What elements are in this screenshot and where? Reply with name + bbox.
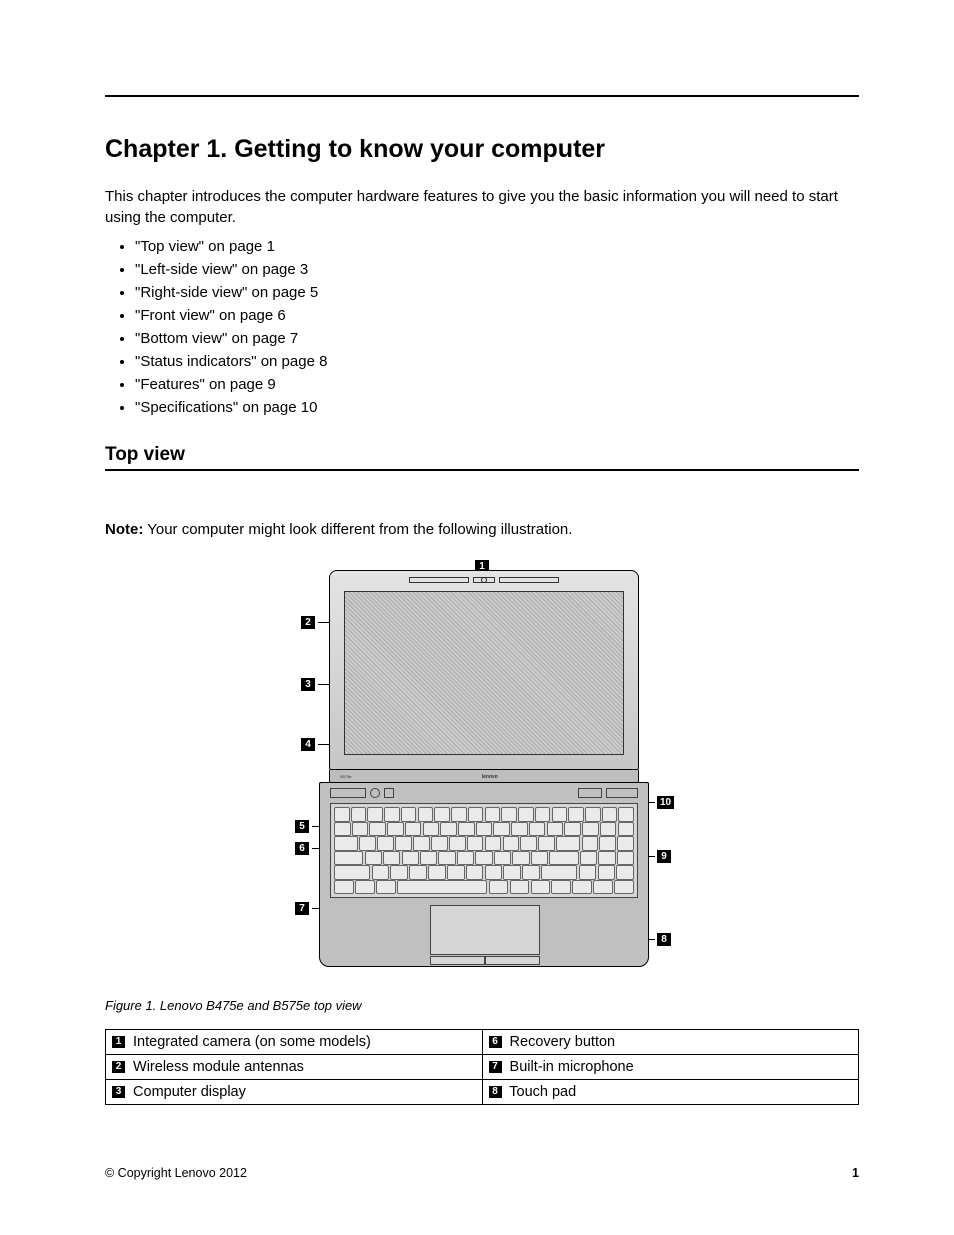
toc-item: "Top view" on page 1 xyxy=(135,238,859,255)
callout-10: 10 xyxy=(657,796,674,809)
part-label: Wireless module antennas xyxy=(129,1059,304,1075)
toc-item: "Specifications" on page 10 xyxy=(135,399,859,416)
table-row: 1 Integrated camera (on some models) 6 R… xyxy=(106,1030,859,1055)
part-num: 3 xyxy=(112,1086,125,1098)
part-label: Recovery button xyxy=(506,1034,616,1050)
toc-item: "Features" on page 9 xyxy=(135,376,859,393)
part-num: 1 xyxy=(112,1036,125,1048)
part-label: Touch pad xyxy=(506,1084,577,1100)
page-footer: © Copyright Lenovo 2012 1 xyxy=(105,1166,859,1180)
top-rule xyxy=(105,95,859,97)
callout-8: 8 xyxy=(657,933,671,946)
toc-item: "Front view" on page 6 xyxy=(135,307,859,324)
touchpad xyxy=(430,905,540,955)
laptop-base xyxy=(319,782,649,967)
callout-2: 2 xyxy=(301,616,315,629)
part-num: 6 xyxy=(489,1036,502,1048)
part-num: 8 xyxy=(489,1086,502,1098)
part-label: Computer display xyxy=(129,1084,246,1100)
copyright: © Copyright Lenovo 2012 xyxy=(105,1166,247,1180)
parts-table: 1 Integrated camera (on some models) 6 R… xyxy=(105,1029,859,1105)
callout-9: 9 xyxy=(657,850,671,863)
note: Note: Your computer might look different… xyxy=(105,521,859,538)
lid-top-strip xyxy=(330,577,638,585)
figure-illustration: 1 2 3 4 5 6 7 10 9 8 B575e lenovo xyxy=(105,560,859,980)
toc-item: "Right-side view" on page 5 xyxy=(135,284,859,301)
callout-6: 6 xyxy=(295,842,309,855)
part-label: Integrated camera (on some models) xyxy=(129,1034,371,1050)
section-list: "Top view" on page 1 "Left-side view" on… xyxy=(105,238,859,416)
toc-item: "Status indicators" on page 8 xyxy=(135,353,859,370)
part-label: Built-in microphone xyxy=(506,1059,634,1075)
callout-5: 5 xyxy=(295,820,309,833)
toc-item: "Bottom view" on page 7 xyxy=(135,330,859,347)
note-label: Note: xyxy=(105,521,143,538)
part-num: 2 xyxy=(112,1061,125,1073)
laptop-illustration: B575e lenovo xyxy=(329,570,639,970)
laptop-lid xyxy=(329,570,639,770)
hinge-model: B575e xyxy=(340,774,352,779)
laptop-screen xyxy=(344,591,624,755)
chapter-title: Chapter 1. Getting to know your computer xyxy=(105,135,859,164)
table-row: 3 Computer display 8 Touch pad xyxy=(106,1080,859,1105)
callout-3: 3 xyxy=(301,678,315,691)
section-heading: Top view xyxy=(105,444,859,471)
note-text: Your computer might look different from … xyxy=(143,521,572,538)
keyboard xyxy=(330,803,638,898)
toc-item: "Left-side view" on page 3 xyxy=(135,261,859,278)
page-number: 1 xyxy=(852,1166,859,1180)
callout-4: 4 xyxy=(301,738,315,751)
part-num: 7 xyxy=(489,1061,502,1073)
hinge-brand: lenovo xyxy=(482,774,498,780)
fn-row xyxy=(330,787,638,799)
intro-paragraph: This chapter introduces the computer har… xyxy=(105,186,859,228)
callout-7: 7 xyxy=(295,902,309,915)
touchpad-buttons xyxy=(430,956,540,965)
figure-caption: Figure 1. Lenovo B475e and B575e top vie… xyxy=(105,998,859,1013)
table-row: 2 Wireless module antennas 7 Built-in mi… xyxy=(106,1055,859,1080)
